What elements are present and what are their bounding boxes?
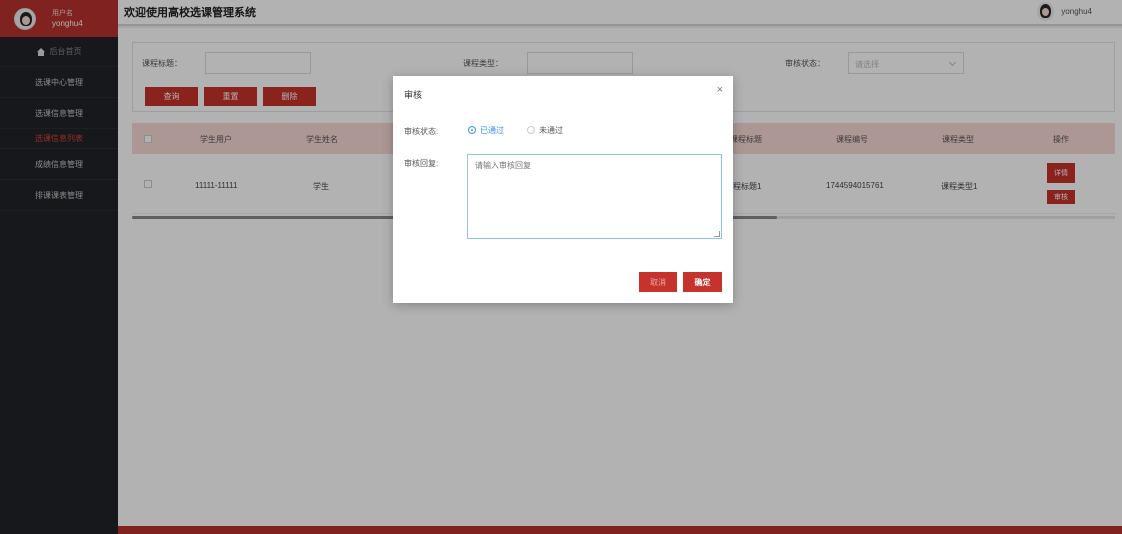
radio-pass-label[interactable]: 已通过 bbox=[480, 125, 504, 136]
radio-fail-label[interactable]: 未通过 bbox=[539, 125, 563, 136]
review-status-label: 审核状态: bbox=[404, 127, 439, 136]
dialog-title: 审核 bbox=[404, 90, 423, 100]
radio-pass[interactable] bbox=[468, 126, 476, 134]
confirm-button[interactable]: 确定 bbox=[683, 272, 722, 292]
resize-handle-icon[interactable] bbox=[714, 231, 720, 237]
review-dialog: 审核 × 审核状态: 已通过 未通过 审核回复: 取消 确定 bbox=[393, 76, 733, 303]
cancel-button[interactable]: 取消 bbox=[639, 272, 677, 292]
review-reply-input[interactable] bbox=[467, 154, 722, 239]
radio-fail[interactable] bbox=[527, 126, 535, 134]
review-reply-label: 审核回复: bbox=[404, 159, 439, 168]
close-icon[interactable]: × bbox=[717, 85, 723, 96]
